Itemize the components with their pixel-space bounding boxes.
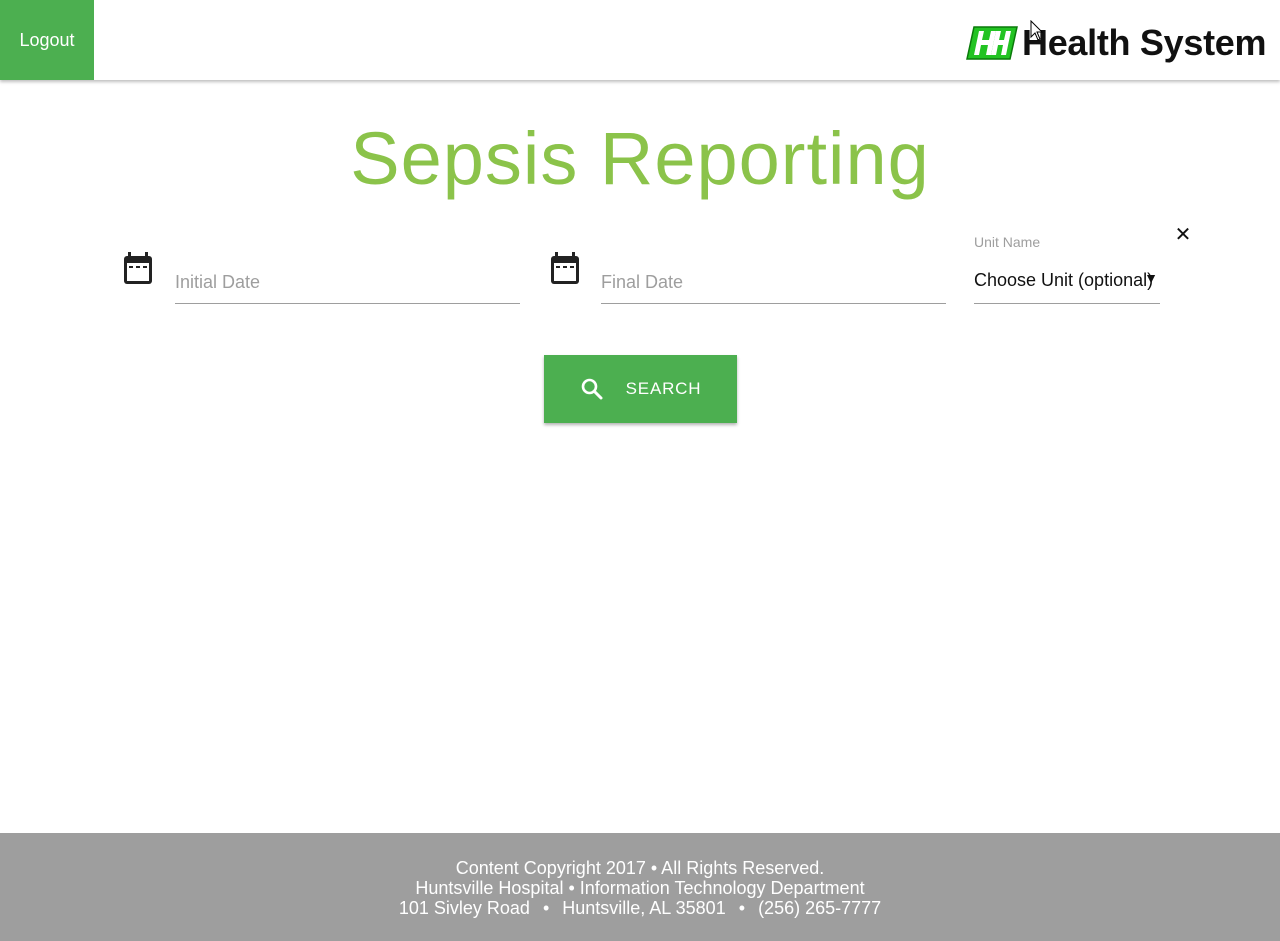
initial-date-input[interactable] [175,254,520,303]
close-icon[interactable]: ✕ [1172,222,1194,246]
calendar-icon[interactable] [549,252,581,286]
page-title: Sepsis Reporting [350,117,930,200]
footer-copyright: Content Copyright 2017 • All Rights Rese… [455,858,825,878]
footer-city: Huntsville, AL 35801 [562,898,726,918]
calendar-icon[interactable] [122,252,154,286]
logout-button[interactable]: Logout [0,0,94,80]
footer-phone: (256) 265-7777 [758,898,882,918]
search-icon [581,378,603,400]
unit-select-value: Choose Unit (optional) [974,270,1154,290]
hh-logo-mark-icon [966,26,1018,60]
search-button[interactable]: SEARCH [544,355,737,423]
mouse-cursor-icon [1030,20,1044,41]
footer: Content Copyright 2017 • All Rights Rese… [0,833,1280,941]
caret-down-icon: ▼ [1144,270,1158,286]
top-app-bar: Logout Health System [0,0,1280,80]
footer-address: 101 Sivley Road [398,898,530,918]
search-button-label: SEARCH [625,379,702,398]
footer-contact: 101 Sivley Road • Huntsville, AL 35801 •… [0,898,1280,918]
footer-separator: • [738,898,746,918]
unit-select[interactable]: Choose Unit (optional) ▼ [974,258,1160,304]
final-date-input[interactable] [601,254,946,303]
health-system-logo: Health System [966,22,1267,64]
footer-separator: • [542,898,550,918]
logo-text: Health System [1022,22,1267,63]
unit-name-label: Unit Name [974,234,1041,250]
final-date-field[interactable] [601,254,946,304]
initial-date-field[interactable] [175,254,520,304]
footer-department: Huntsville Hospital • Information Techno… [415,878,865,898]
